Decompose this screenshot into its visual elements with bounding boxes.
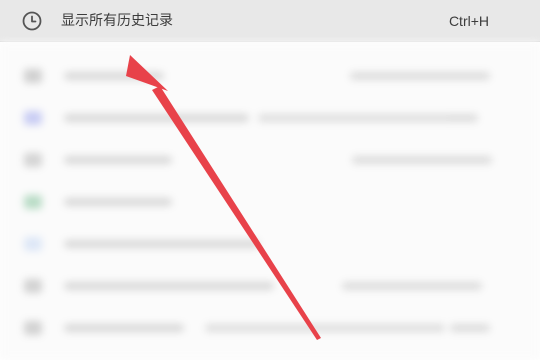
keyboard-shortcut: Ctrl+H bbox=[448, 13, 489, 29]
blurred-history-list bbox=[0, 42, 540, 360]
site-icon bbox=[24, 153, 42, 167]
site-icon bbox=[24, 279, 42, 293]
clock-icon bbox=[22, 11, 42, 31]
list-item[interactable] bbox=[0, 266, 540, 306]
history-menu-screenshot: 显示所有历史记录 Ctrl+H bbox=[0, 0, 540, 360]
site-icon bbox=[24, 69, 42, 83]
list-item[interactable] bbox=[0, 56, 540, 96]
list-item[interactable] bbox=[0, 98, 540, 138]
show-all-history-menu-item[interactable]: 显示所有历史记录 Ctrl+H bbox=[0, 0, 540, 42]
list-item[interactable] bbox=[0, 224, 540, 264]
site-icon bbox=[24, 237, 42, 251]
site-icon bbox=[24, 111, 42, 125]
site-icon bbox=[24, 321, 42, 335]
list-item[interactable] bbox=[0, 140, 540, 180]
list-item[interactable] bbox=[0, 182, 540, 222]
list-item[interactable] bbox=[0, 308, 540, 348]
show-all-history-label: 显示所有历史记录 bbox=[61, 13, 173, 29]
site-icon bbox=[24, 195, 42, 209]
